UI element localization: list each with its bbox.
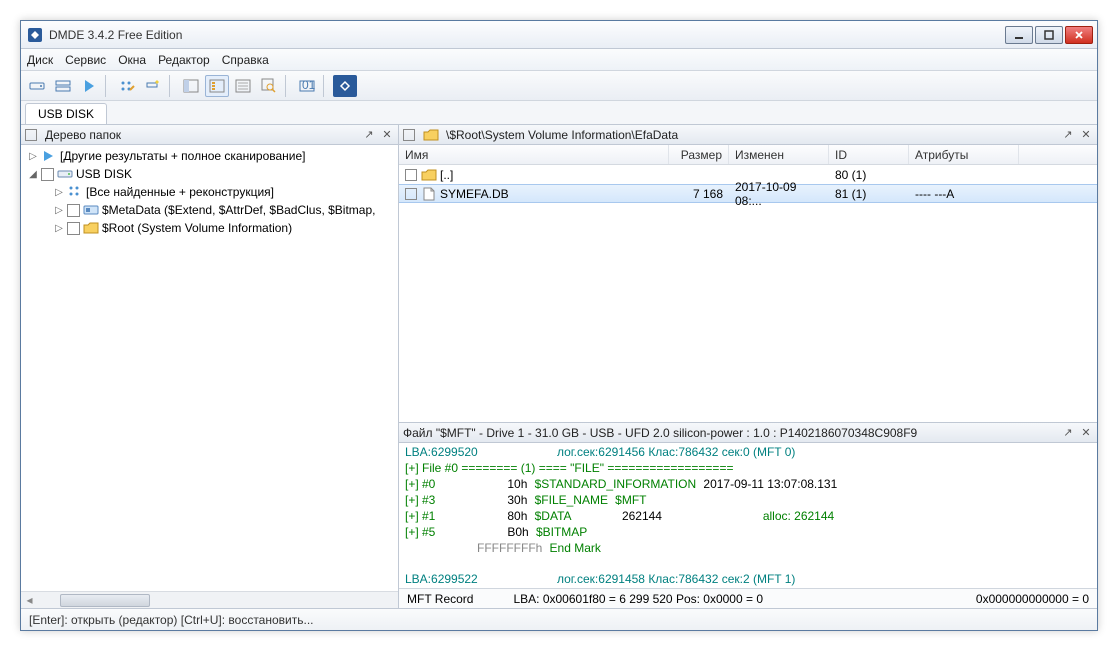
menubar: Диск Сервис Окна Редактор Справка [21,49,1097,71]
statusbar: [Enter]: открыть (редактор) [Ctrl+U]: во… [21,608,1097,630]
log-statusbar: MFT Record LBA: 0x00601f80 = 6 299 520 P… [399,588,1097,608]
close-pane-icon[interactable]: ✕ [380,128,394,142]
log-header: Файл "$MFT" - Drive 1 - 31.0 GB - USB - … [403,426,1057,440]
popout-icon[interactable]: ↗ [1061,128,1075,142]
col-id[interactable]: ID [829,145,909,164]
folder-icon [423,127,439,143]
file-row[interactable]: SYMEFA.DB 7 168 2017-10-09 08:... 81 (1)… [399,184,1097,203]
popout-icon[interactable]: ↗ [362,128,376,142]
row-checkbox[interactable] [405,188,417,200]
menu-windows[interactable]: Окна [118,53,146,67]
file-icon [421,186,437,202]
tree-item-label[interactable]: [Все найденные + реконструкция] [86,185,274,199]
app-window: DMDE 3.4.2 Free Edition Диск Сервис Окна… [20,20,1098,631]
file-list[interactable]: [..] 80 (1) SYMEFA.DB 7 168 2017-10-09 0… [399,165,1097,422]
scan-icon [67,184,83,200]
tree-item-label[interactable]: USB DISK [76,167,132,181]
tree-item-label[interactable]: $MetaData ($Extend, $AttrDef, $BadClus, … [102,203,375,217]
tool-play-icon[interactable] [77,75,101,97]
col-modified[interactable]: Изменен [729,145,829,164]
col-attrs[interactable]: Атрибуты [909,145,1019,164]
tab-usb-disk[interactable]: USB DISK [25,103,107,124]
close-button[interactable] [1065,26,1093,44]
tree-header-title: Дерево папок [45,128,358,142]
window-title: DMDE 3.4.2 Free Edition [49,28,1005,42]
menu-help[interactable]: Справка [222,53,269,67]
close-pane-icon[interactable]: ✕ [1079,128,1093,142]
tool-drives-icon[interactable] [51,75,75,97]
maximize-button[interactable] [1035,26,1063,44]
svg-text:01: 01 [302,79,315,92]
path-checkbox[interactable] [403,129,415,141]
status-lba: LBA: 0x00601f80 = 6 299 520 Pos: 0x0000 … [513,592,763,606]
col-name[interactable]: Имя [399,145,669,164]
status-record: MFT Record [407,592,473,606]
tool-view1-icon[interactable] [179,75,203,97]
popout-icon[interactable]: ↗ [1061,426,1075,440]
tree-item-label[interactable]: $Root (System Volume Information) [102,221,292,235]
tool-view3-icon[interactable] [231,75,255,97]
tool-hex-icon[interactable]: 01 [295,75,319,97]
row-checkbox[interactable] [405,169,417,181]
path-label: \$Root\System Volume Information\EfaData [446,128,1057,142]
minimize-button[interactable] [1005,26,1033,44]
tool-drive-icon[interactable] [25,75,49,97]
file-name: [..] [440,168,453,182]
tool-new-icon[interactable] [141,75,165,97]
status-offset: 0x000000000000 = 0 [976,592,1089,606]
file-name: SYMEFA.DB [440,187,509,201]
tree-pane: Дерево папок ↗ ✕ ▷[Другие результаты + п… [21,125,399,608]
column-headers: Имя Размер Изменен ID Атрибуты [399,145,1097,165]
log-pane: Файл "$MFT" - Drive 1 - 31.0 GB - USB - … [399,423,1097,608]
folder-up-icon [421,167,437,183]
tool-search-icon[interactable] [257,75,281,97]
folder-icon [83,220,99,236]
col-size[interactable]: Размер [669,145,729,164]
tree-checkbox[interactable] [67,204,80,217]
menu-disk[interactable]: Диск [27,53,53,67]
menu-service[interactable]: Сервис [65,53,106,67]
status-hint: [Enter]: открыть (редактор) [Ctrl+U]: во… [29,613,313,627]
tool-view2-icon[interactable] [205,75,229,97]
folder-tree[interactable]: ▷[Другие результаты + полное сканировани… [21,145,398,591]
file-pane: \$Root\System Volume Information\EfaData… [399,125,1097,423]
tree-checkbox[interactable] [41,168,54,181]
toolbar: 01 [21,71,1097,101]
titlebar[interactable]: DMDE 3.4.2 Free Edition [21,21,1097,49]
close-pane-icon[interactable]: ✕ [1079,426,1093,440]
tree-scrollbar[interactable]: ◂ [21,591,398,608]
menu-editor[interactable]: Редактор [158,53,210,67]
tool-logo-icon[interactable] [333,75,357,97]
tree-item-label[interactable]: [Другие результаты + полное сканирование… [60,149,306,163]
log-content[interactable]: LBA:6299520 лог.сек:6291456 Клас:786432 … [399,443,1097,588]
metadata-icon [83,202,99,218]
tree-checkbox[interactable] [67,222,80,235]
tool-scan-icon[interactable] [115,75,139,97]
tabstrip: USB DISK [21,101,1097,125]
app-icon [27,27,43,43]
play-icon [41,148,57,164]
drive-icon [57,166,73,182]
tree-header-checkbox[interactable] [25,129,37,141]
